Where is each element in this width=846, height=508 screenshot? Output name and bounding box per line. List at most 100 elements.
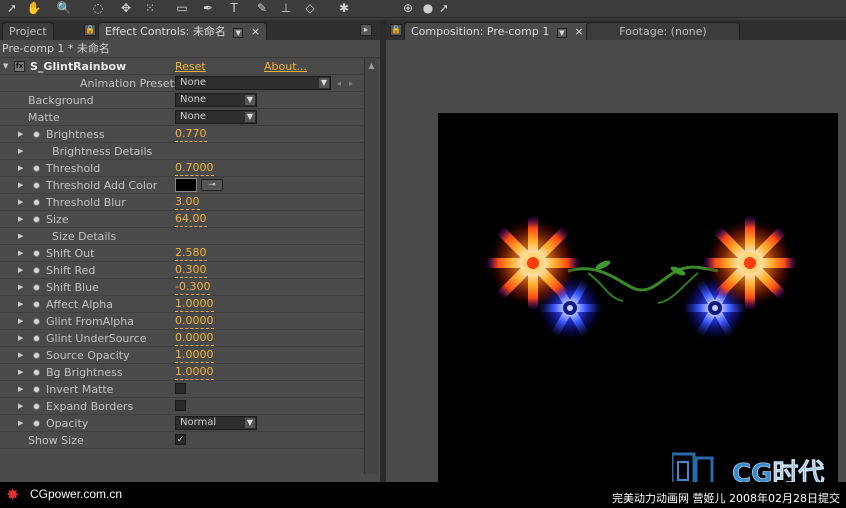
expand-triangle-icon[interactable]: ▶ — [18, 330, 23, 347]
puppet-tool-icon[interactable]: ✱ — [334, 0, 354, 16]
property-label: Glint FromAlpha — [46, 315, 134, 328]
property-value-scrubber[interactable]: 0.770 — [175, 127, 207, 142]
view-axis-icon[interactable]: ➚ — [434, 0, 454, 16]
expand-triangle-icon[interactable]: ▶ — [18, 245, 23, 262]
expand-triangle-icon[interactable]: ▶ — [18, 347, 23, 364]
property-label: Shift Out — [46, 247, 95, 260]
selection-tool-icon[interactable]: ➚ — [2, 0, 22, 16]
stopwatch-icon[interactable] — [33, 318, 40, 325]
tab-dropdown-icon[interactable]: ▼ — [233, 28, 244, 38]
expand-triangle-icon[interactable]: ▶ — [18, 211, 23, 228]
composition-viewer[interactable] — [438, 113, 838, 482]
property-checkbox[interactable]: ✓ — [175, 434, 186, 445]
expand-triangle-icon[interactable]: ▶ — [18, 398, 23, 415]
property-value-scrubber[interactable]: 1.0000 — [175, 348, 214, 363]
tab-footage[interactable]: Footage: (none) — [586, 22, 740, 40]
comp-lock-icon[interactable]: 🔒 — [390, 24, 402, 36]
property-dropdown[interactable]: None ▼ — [175, 93, 257, 107]
expand-triangle-icon[interactable]: ▶ — [18, 262, 23, 279]
stopwatch-icon[interactable] — [33, 267, 40, 274]
axis-mode-icon[interactable]: ⊕ — [398, 0, 418, 16]
expand-triangle-icon[interactable]: ▶ — [18, 296, 23, 313]
property-value-scrubber[interactable]: 1.0000 — [175, 365, 214, 380]
expand-triangle-icon[interactable]: ▶ — [18, 160, 23, 177]
color-swatch[interactable] — [175, 178, 197, 192]
stopwatch-icon[interactable] — [33, 403, 40, 410]
dropdown-value: Normal — [180, 417, 217, 428]
track-tool-icon[interactable]: ⁙ — [140, 0, 160, 16]
zoom-tool-icon[interactable]: 🔍 — [54, 0, 74, 16]
vertical-scrollbar[interactable]: ▲ — [364, 58, 378, 474]
stopwatch-icon[interactable] — [33, 386, 40, 393]
stopwatch-icon[interactable] — [33, 199, 40, 206]
scroll-up-icon[interactable]: ▲ — [366, 60, 377, 71]
rectangle-tool-icon[interactable]: ▭ — [172, 0, 192, 16]
property-value-scrubber[interactable]: -0.300 — [175, 280, 211, 295]
comp-tab-close-icon[interactable]: × — [574, 25, 583, 38]
property-value-scrubber[interactable]: 3.00 — [175, 195, 200, 210]
stopwatch-icon[interactable] — [33, 301, 40, 308]
property-value-scrubber[interactable]: 0.7000 — [175, 161, 214, 176]
pen-tool-icon[interactable]: ✒ — [198, 0, 218, 16]
animation-presets-dropdown[interactable]: None ▼ — [175, 76, 331, 90]
tab-project[interactable]: Project — [2, 22, 54, 40]
property-checkbox[interactable] — [175, 383, 186, 394]
rotate-tool-icon[interactable]: ◌ — [88, 0, 108, 16]
about-link[interactable]: About... — [264, 58, 307, 75]
property-value-scrubber[interactable]: 0.0000 — [175, 331, 214, 346]
stopwatch-icon[interactable] — [33, 420, 40, 427]
stopwatch-icon[interactable] — [33, 216, 40, 223]
expand-triangle-icon[interactable]: ▶ — [18, 415, 23, 432]
stopwatch-icon[interactable] — [33, 182, 40, 189]
property-value-scrubber[interactable]: 0.300 — [175, 263, 207, 278]
stopwatch-icon[interactable] — [33, 352, 40, 359]
lock-icon[interactable]: 🔒 — [84, 24, 96, 36]
property-label: Threshold Blur — [46, 196, 126, 209]
effect-controls-panel: Project 🔒 Effect Controls: 未命名 ▼ × ▸ Pre… — [0, 20, 380, 482]
stopwatch-icon[interactable] — [33, 335, 40, 342]
expand-triangle-icon[interactable]: ▶ — [18, 364, 23, 381]
stopwatch-icon[interactable] — [33, 284, 40, 291]
expand-triangle-icon[interactable]: ▶ — [18, 143, 23, 160]
expand-triangle-icon[interactable]: ▶ — [18, 228, 23, 245]
property-checkbox[interactable] — [175, 400, 186, 411]
next-preset-icon[interactable]: ▸ — [349, 75, 353, 92]
orbit-tool-icon[interactable]: ✥ — [116, 0, 136, 16]
eyedropper-icon[interactable]: ⊸ — [201, 179, 223, 191]
expand-triangle-icon[interactable]: ▶ — [18, 381, 23, 398]
clone-stamp-tool-icon[interactable]: ⊥ — [276, 0, 296, 16]
reset-link[interactable]: Reset — [175, 58, 206, 75]
stopwatch-icon[interactable] — [33, 250, 40, 257]
brush-tool-icon[interactable]: ✎ — [252, 0, 272, 16]
expand-triangle-icon[interactable]: ▶ — [18, 126, 23, 143]
property-value-scrubber[interactable]: 2.580 — [175, 246, 207, 261]
eraser-tool-icon[interactable]: ◇ — [300, 0, 320, 16]
collapse-triangle-icon[interactable]: ▼ — [3, 58, 8, 75]
stopwatch-icon[interactable] — [33, 165, 40, 172]
property-value-scrubber[interactable]: 1.0000 — [175, 297, 214, 312]
tab-composition[interactable]: Composition: Pre-comp 1 ▼ × — [404, 22, 591, 40]
composition-panel: 🔒 Composition: Pre-comp 1 ▼ × Footage: (… — [386, 20, 846, 482]
hand-tool-icon[interactable]: ✋ — [24, 0, 44, 16]
property-label: Size — [46, 213, 69, 226]
expand-triangle-icon[interactable]: ▶ — [18, 313, 23, 330]
property-value-scrubber[interactable]: 0.0000 — [175, 314, 214, 329]
cgpower-star-icon: ✸ — [6, 485, 20, 504]
property-dropdown[interactable]: None ▼ — [175, 110, 257, 124]
property-value-scrubber[interactable]: 64.00 — [175, 212, 207, 227]
property-dropdown[interactable]: Normal ▼ — [175, 416, 257, 430]
panel-menu-icon[interactable]: ▸ — [360, 24, 372, 36]
property-label: Glint UnderSource — [46, 332, 147, 345]
stopwatch-icon[interactable] — [33, 369, 40, 376]
expand-triangle-icon[interactable]: ▶ — [18, 177, 23, 194]
text-tool-icon[interactable]: T — [224, 0, 244, 16]
stopwatch-icon[interactable] — [33, 131, 40, 138]
fx-toggle-icon[interactable]: fx — [14, 61, 25, 72]
breadcrumb: Pre-comp 1 * 未命名 — [0, 40, 380, 58]
tab-effect-controls[interactable]: Effect Controls: 未命名 ▼ × — [98, 22, 268, 40]
expand-triangle-icon[interactable]: ▶ — [18, 279, 23, 296]
prev-preset-icon[interactable]: ◂ — [337, 75, 341, 92]
comp-dropdown-icon[interactable]: ▼ — [556, 28, 567, 38]
tab-close-icon[interactable]: × — [251, 25, 260, 38]
expand-triangle-icon[interactable]: ▶ — [18, 194, 23, 211]
